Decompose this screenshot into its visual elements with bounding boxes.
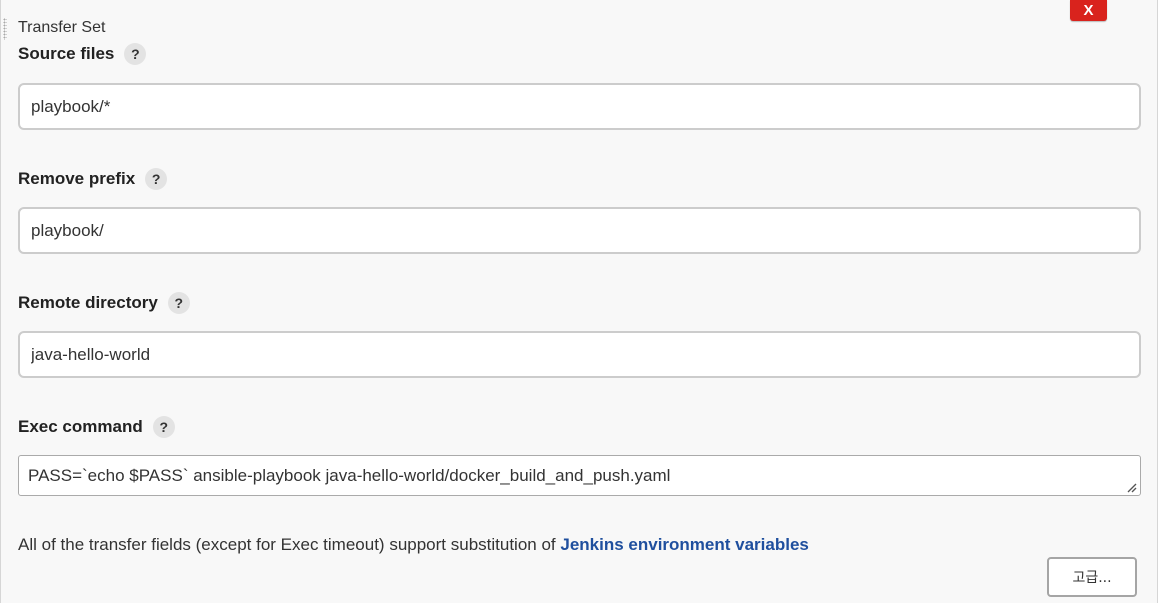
source-files-label: Source files ? <box>18 43 147 65</box>
remove-prefix-help-icon[interactable]: ? <box>145 168 168 190</box>
exec-command-help-icon[interactable]: ? <box>152 416 175 438</box>
transfer-set-title: Transfer Set <box>18 19 106 36</box>
exec-command-label-text: Exec command <box>18 417 143 436</box>
remove-prefix-label: Remove prefix ? <box>18 168 168 190</box>
drag-handle-icon[interactable] <box>3 18 7 40</box>
jenkins-env-vars-link[interactable]: Jenkins environment variables <box>560 535 809 554</box>
substitution-note: All of the transfer fields (except for E… <box>18 535 809 555</box>
source-files-help-icon[interactable]: ? <box>124 43 147 65</box>
remote-directory-label: Remote directory ? <box>18 292 190 314</box>
exec-command-label: Exec command ? <box>18 416 175 438</box>
source-files-label-text: Source files <box>18 44 115 63</box>
source-files-input[interactable] <box>18 83 1141 130</box>
remote-directory-label-text: Remote directory <box>18 293 158 312</box>
remove-prefix-input[interactable] <box>18 207 1141 254</box>
exec-command-textarea[interactable]: PASS=`echo $PASS` ansible-playbook java-… <box>18 455 1141 496</box>
transfer-set-panel: X Transfer Set Source files ? Remove pre… <box>0 0 1158 603</box>
resize-grip-icon[interactable] <box>1125 481 1137 493</box>
remote-directory-help-icon[interactable]: ? <box>167 292 190 314</box>
substitution-note-text: All of the transfer fields (except for E… <box>18 535 561 554</box>
delete-transfer-set-button[interactable]: X <box>1070 0 1107 21</box>
remove-prefix-label-text: Remove prefix <box>18 169 136 188</box>
remote-directory-input[interactable] <box>18 331 1141 378</box>
advanced-button[interactable]: 고급... <box>1047 557 1137 597</box>
